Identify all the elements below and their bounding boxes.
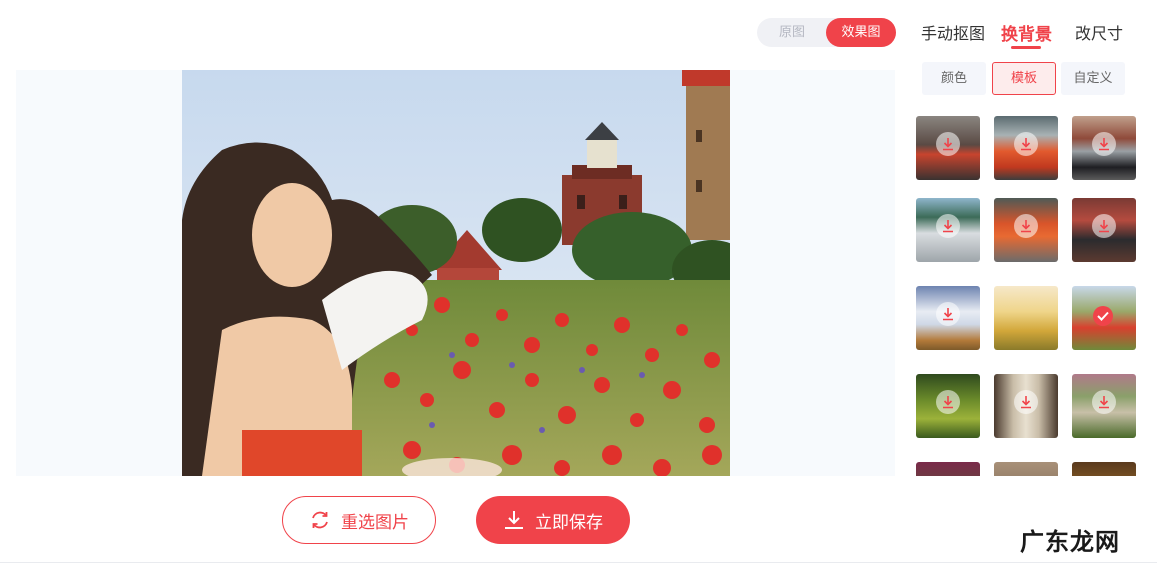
- template-thumbnail[interactable]: [916, 198, 980, 262]
- download-icon: [503, 509, 525, 531]
- template-thumbnail[interactable]: [916, 286, 980, 350]
- download-icon[interactable]: [936, 132, 960, 156]
- tab-resize[interactable]: 改尺寸: [1075, 20, 1123, 44]
- download-icon[interactable]: [1014, 390, 1038, 414]
- divider: [0, 562, 1157, 563]
- template-thumbnail[interactable]: [994, 462, 1058, 476]
- template-thumbnail[interactable]: [994, 374, 1058, 438]
- app: 原图 效果图 重选图片 立即保存 手动抠图 换背景 改尺寸 颜色 模板 自定义 …: [0, 0, 1157, 567]
- download-icon[interactable]: [1092, 132, 1116, 156]
- subtab-custom[interactable]: 自定义: [1061, 62, 1125, 95]
- view-toggle: 原图 效果图: [757, 18, 896, 47]
- reselect-image-label: 重选图片: [341, 512, 409, 533]
- result-image: [182, 70, 730, 476]
- watermark: 广东龙网: [1020, 527, 1120, 556]
- template-thumbnail-selected[interactable]: [1072, 286, 1136, 350]
- template-thumbnail[interactable]: [1072, 116, 1136, 180]
- subtab-color[interactable]: 颜色: [922, 62, 986, 95]
- download-icon[interactable]: [936, 302, 960, 326]
- tab-change-background[interactable]: 换背景: [1001, 20, 1052, 45]
- download-icon[interactable]: [936, 214, 960, 238]
- original-view-option[interactable]: 原图: [761, 18, 823, 47]
- check-icon: [1093, 306, 1113, 326]
- template-thumbnail[interactable]: [916, 374, 980, 438]
- template-thumbnail[interactable]: [1072, 198, 1136, 262]
- refresh-icon: [309, 509, 331, 531]
- save-now-button[interactable]: 立即保存: [476, 496, 630, 544]
- template-thumbnail[interactable]: [1072, 462, 1136, 476]
- download-icon[interactable]: [936, 390, 960, 414]
- result-view-option[interactable]: 效果图: [826, 18, 896, 47]
- template-thumbnail[interactable]: [994, 286, 1058, 350]
- template-thumbnail[interactable]: [916, 116, 980, 180]
- save-now-label: 立即保存: [535, 512, 603, 533]
- template-thumbnail[interactable]: [916, 462, 980, 476]
- tab-manual-cutout[interactable]: 手动抠图: [921, 20, 985, 44]
- template-thumbnail[interactable]: [994, 116, 1058, 180]
- reselect-image-button[interactable]: 重选图片: [282, 496, 436, 544]
- template-grid: [916, 116, 1157, 476]
- preview-canvas: [16, 70, 895, 476]
- subtab-template[interactable]: 模板: [992, 62, 1056, 95]
- active-tab-indicator: [1011, 46, 1041, 49]
- download-icon[interactable]: [1092, 390, 1116, 414]
- edit-mode-tabs: 手动抠图 换背景 改尺寸: [910, 18, 1157, 54]
- download-icon[interactable]: [1014, 132, 1038, 156]
- download-icon[interactable]: [1014, 214, 1038, 238]
- download-icon[interactable]: [1092, 214, 1116, 238]
- template-thumbnail[interactable]: [994, 198, 1058, 262]
- template-thumbnail[interactable]: [1072, 374, 1136, 438]
